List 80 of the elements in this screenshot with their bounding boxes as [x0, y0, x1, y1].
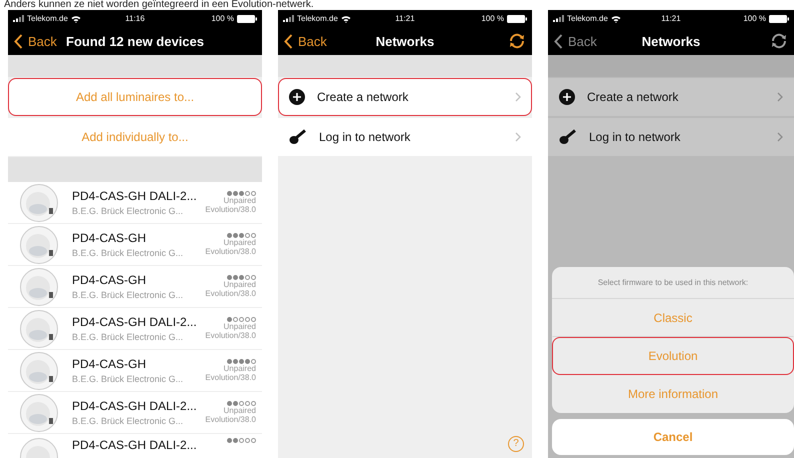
- network-option[interactable]: Create a network: [548, 78, 794, 116]
- time-text: 11:21: [661, 14, 681, 23]
- device-row[interactable]: PD4-CAS-GH B.E.G. Brück Electronic G... Unpaired Evolution/38.0: [8, 350, 262, 392]
- device-name: PD4-CAS-GH DALI-2...: [72, 438, 198, 452]
- chevron-icon: [777, 132, 783, 142]
- carrier-text: Telekom.de: [567, 14, 608, 23]
- device-name: PD4-CAS-GH DALI-2...: [72, 189, 198, 203]
- pairing-status: Unpaired: [224, 364, 256, 373]
- device-vendor: B.E.G. Brück Electronic G...: [72, 206, 184, 216]
- network-option[interactable]: Create a network: [278, 78, 532, 116]
- time-text: 11:16: [125, 14, 145, 23]
- device-vendor: B.E.G. Brück Electronic G...: [72, 374, 184, 384]
- firmware-version: Evolution/38.0: [205, 373, 256, 382]
- device-row[interactable]: PD4-CAS-GH DALI-2...: [8, 434, 262, 458]
- network-option[interactable]: Log in to network: [548, 118, 794, 156]
- chevron-icon: [515, 92, 521, 102]
- device-row[interactable]: PD4-CAS-GH DALI-2... B.E.G. Brück Electronic G... Unpaired Evolution/38.0: [8, 182, 262, 224]
- chevron-icon: [777, 92, 783, 102]
- battery-icon: [507, 14, 527, 22]
- back-chevron-icon: [14, 34, 23, 48]
- device-vendor: B.E.G. Brück Electronic G...: [72, 248, 184, 258]
- carrier-text: Telekom.de: [27, 14, 68, 23]
- pairing-status: Unpaired: [224, 280, 256, 289]
- wifi-icon: [340, 14, 351, 22]
- pairing-status: Unpaired: [224, 322, 256, 331]
- battery-text: 100 %: [211, 14, 234, 23]
- battery-text: 100 %: [481, 14, 504, 23]
- sensor-icon: [20, 310, 58, 348]
- back-button[interactable]: Back: [14, 34, 57, 48]
- signal-icon: [283, 15, 294, 22]
- plus-icon: [289, 89, 305, 105]
- network-option[interactable]: Log in to network: [278, 118, 532, 156]
- pairing-status: Unpaired: [224, 196, 256, 205]
- plus-icon: [559, 89, 575, 105]
- carrier-text: Telekom.de: [297, 14, 338, 23]
- back-button[interactable]: Back: [284, 34, 327, 48]
- sheet-title: Select firmware to be used in this network:: [552, 267, 794, 299]
- back-chevron-icon: [554, 34, 563, 48]
- back-chevron-icon: [284, 34, 293, 48]
- device-row[interactable]: PD4-CAS-GH B.E.G. Brück Electronic G... Unpaired Evolution/38.0: [8, 266, 262, 308]
- screen-title: Found 12 new devices: [66, 34, 204, 48]
- device-row[interactable]: PD4-CAS-GH DALI-2... B.E.G. Brück Electronic G... Unpaired Evolution/38.0: [8, 308, 262, 350]
- chevron-icon: [515, 132, 521, 142]
- device-name: PD4-CAS-GH DALI-2...: [72, 315, 198, 329]
- key-icon: [289, 129, 307, 145]
- device-name: PD4-CAS-GH DALI-2...: [72, 399, 198, 413]
- battery-icon: [769, 14, 789, 22]
- battery-icon: [237, 14, 257, 22]
- signal-icon: [13, 15, 24, 22]
- sensor-icon: [20, 184, 58, 222]
- refresh-icon[interactable]: [770, 33, 788, 49]
- device-vendor: B.E.G. Brück Electronic G...: [72, 332, 184, 342]
- device-name: PD4-CAS-GH: [72, 231, 148, 245]
- sensor-icon: [20, 352, 58, 390]
- firmware-version: Evolution/38.0: [205, 331, 256, 340]
- battery-text: 100 %: [743, 14, 766, 23]
- wifi-icon: [610, 14, 621, 22]
- firmware-version: Evolution/38.0: [205, 289, 256, 298]
- device-row[interactable]: PD4-CAS-GH B.E.G. Brück Electronic G... Unpaired Evolution/38.0: [8, 224, 262, 266]
- screen-title: Networks: [376, 34, 434, 48]
- device-vendor: B.E.G. Brück Electronic G...: [72, 290, 184, 300]
- key-icon: [559, 129, 577, 145]
- device-vendor: B.E.G. Brück Electronic G...: [72, 416, 184, 426]
- wifi-icon: [70, 14, 81, 22]
- screen-title: Networks: [642, 34, 700, 48]
- firmware-version: Evolution/38.0: [205, 205, 256, 214]
- device-row[interactable]: PD4-CAS-GH DALI-2... B.E.G. Brück Electronic G... Unpaired Evolution/38.0: [8, 392, 262, 434]
- sensor-icon: [20, 226, 58, 264]
- signal-icon: [553, 15, 564, 22]
- refresh-icon[interactable]: [508, 33, 526, 49]
- sensor-icon: [20, 268, 58, 306]
- caption-text: Anders kunnen ze niet worden geïntegreerd in een Evolution-netwerk.: [3, 0, 315, 10]
- pairing-status: Unpaired: [224, 238, 256, 247]
- firmware-version: Evolution/38.0: [205, 247, 256, 256]
- time-text: 11:21: [395, 14, 415, 23]
- device-name: PD4-CAS-GH: [72, 357, 148, 371]
- device-name: PD4-CAS-GH: [72, 273, 148, 287]
- firmware-version: Evolution/38.0: [205, 415, 256, 424]
- pairing-status: Unpaired: [224, 406, 256, 415]
- sensor-icon: [20, 394, 58, 432]
